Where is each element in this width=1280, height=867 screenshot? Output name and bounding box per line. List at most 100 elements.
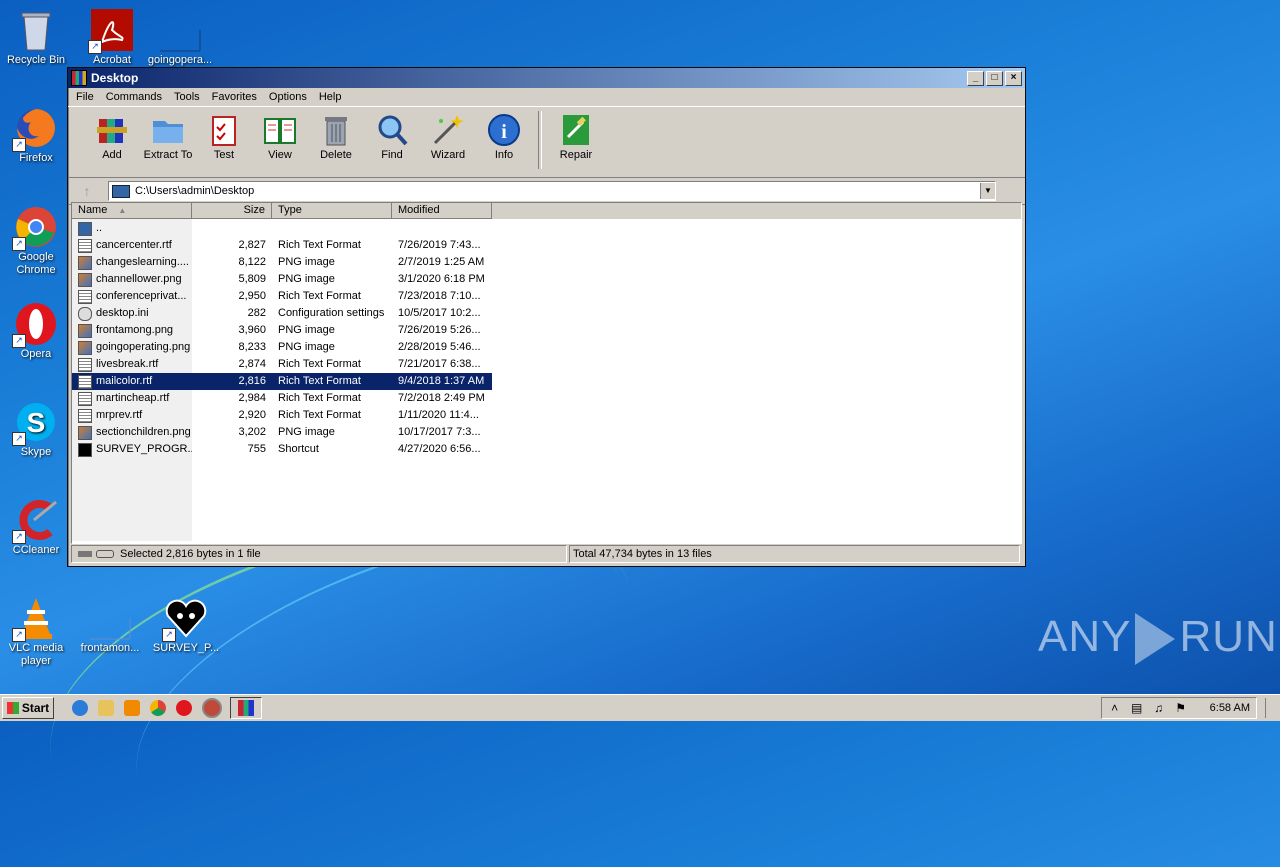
add-archive-icon — [95, 113, 129, 147]
address-path: C:\Users\admin\Desktop — [135, 185, 255, 197]
test-button[interactable]: Test — [196, 111, 252, 161]
show-desktop-button[interactable] — [1265, 698, 1280, 718]
table-row[interactable]: frontamong.png 3,960 PNG image 7/26/2019 5:… — [72, 322, 492, 339]
menu-help[interactable]: Help — [315, 91, 346, 103]
app-taskbar-icon[interactable] — [202, 698, 222, 718]
menu-commands[interactable]: Commands — [102, 91, 166, 103]
desktop-icon-vlc[interactable]: ↗ VLC media player — [1, 596, 71, 668]
close-button[interactable]: × — [1005, 70, 1022, 86]
desktop-icon-frontamong[interactable]: frontamon... — [75, 596, 145, 655]
status-total-text: Total 47,734 bytes in 13 files — [573, 548, 712, 560]
repair-button[interactable]: Repair — [548, 111, 604, 161]
image-file-icon — [88, 596, 132, 640]
column-header-size[interactable]: Size — [192, 203, 272, 219]
info-button[interactable]: i Info — [476, 111, 532, 161]
winrar-taskbar-button[interactable] — [230, 697, 262, 719]
tray-expand-icon[interactable]: ˄ — [1108, 701, 1122, 715]
start-button[interactable]: Start — [2, 697, 54, 719]
add-button[interactable]: Add — [84, 111, 140, 161]
png-file-icon — [78, 255, 92, 270]
extract-to-label: Extract To — [143, 149, 193, 161]
table-row[interactable]: SURVEY_PROGR... 755 Shortcut 4/27/2020 6:56… — [72, 441, 492, 458]
repair-icon — [559, 113, 593, 147]
maximize-button[interactable]: □ — [986, 70, 1003, 86]
action-center-flag-icon[interactable]: ⚑ — [1174, 701, 1188, 715]
table-row[interactable]: channellower.png 5,809 PNG image 3/1/2020 6… — [72, 271, 492, 288]
taskbar: Start ˄ ▤ ♫ ⚑ 6:58 AM — [0, 694, 1280, 721]
desktop-icon-goingopera[interactable]: goingopera... — [145, 8, 215, 67]
menu-options[interactable]: Options — [265, 91, 311, 103]
minimize-button[interactable]: _ — [967, 70, 984, 86]
ie-icon[interactable] — [72, 700, 88, 716]
media-player-icon[interactable] — [124, 700, 140, 716]
computer-icon — [112, 184, 130, 198]
table-row[interactable]: mailcolor.rtf 2,816 Rich Text Format 9/4/20… — [72, 373, 492, 390]
table-row[interactable]: sectionchildren.png 3,202 PNG image 10/17/2… — [72, 424, 492, 441]
table-row[interactable]: livesbreak.rtf 2,874 Rich Text Format 7/21/… — [72, 356, 492, 373]
file-name-cell: .. — [72, 220, 192, 237]
wand-icon — [431, 113, 465, 147]
up-folder-button[interactable]: ↑ — [74, 181, 100, 201]
menu-tools[interactable]: Tools — [170, 91, 204, 103]
file-modified: 4/27/2020 6:56... — [398, 443, 481, 455]
explorer-folder-icon[interactable] — [98, 700, 114, 716]
table-row[interactable]: martincheap.rtf 2,984 Rich Text Format 7/2/… — [72, 390, 492, 407]
file-modified: 7/26/2019 7:43... — [398, 239, 481, 251]
file-name: desktop.ini — [96, 307, 149, 319]
up-arrow-icon: ↑ — [83, 183, 91, 199]
chrome-taskbar-icon[interactable] — [150, 700, 166, 716]
desktop-icon-ccleaner[interactable]: ↗ CCleaner — [1, 498, 71, 557]
column-header-type[interactable]: Type — [272, 203, 392, 219]
file-name: livesbreak.rtf — [96, 358, 159, 370]
file-type — [272, 220, 392, 237]
file-type: Rich Text Format — [278, 375, 361, 387]
delete-button[interactable]: Delete — [308, 111, 364, 161]
desktop-icon-firefox[interactable]: ↗ Firefox — [1, 106, 71, 165]
desktop-icon-survey[interactable]: ↗ SURVEY_P... — [151, 596, 221, 655]
delete-label: Delete — [320, 149, 352, 161]
extract-to-button[interactable]: Extract To — [140, 111, 196, 161]
menu-favorites[interactable]: Favorites — [208, 91, 261, 103]
file-name-cell: changeslearning.... — [72, 254, 192, 271]
find-button[interactable]: Find — [364, 111, 420, 161]
desktop-icon-skype[interactable]: S ↗ Skype — [1, 400, 71, 459]
table-row[interactable]: changeslearning.... 8,122 PNG image 2/7/201… — [72, 254, 492, 271]
file-list[interactable]: Name ▲ Size Type Modified .. cancercenter… — [71, 202, 1022, 544]
column-header-name[interactable]: Name ▲ — [72, 203, 192, 219]
desktop-icon-chrome[interactable]: ↗ Google Chrome — [1, 205, 71, 277]
desktop-icon-acrobat[interactable]: ↗ Acrobat — [77, 8, 147, 67]
view-button[interactable]: View — [252, 111, 308, 161]
column-header-modified[interactable]: Modified — [392, 203, 492, 219]
table-row[interactable]: .. — [72, 220, 492, 237]
window-titlebar[interactable]: Desktop _ □ × — [68, 68, 1025, 88]
table-row[interactable]: mrprev.rtf 2,920 Rich Text Format 1/11/2020… — [72, 407, 492, 424]
network-icon[interactable]: ▤ — [1130, 701, 1144, 715]
table-row[interactable]: conferenceprivat... 2,950 Rich Text Format… — [72, 288, 492, 305]
opera-taskbar-icon[interactable] — [176, 700, 192, 716]
heart-shortcut-icon: ↗ — [162, 596, 208, 642]
info-icon: i — [487, 113, 521, 147]
view-book-icon — [263, 113, 297, 147]
wizard-button[interactable]: Wizard — [420, 111, 476, 161]
address-field[interactable]: C:\Users\admin\Desktop ▼ — [108, 181, 996, 201]
file-rows: .. cancercenter.rtf 2,827 Rich Text Format 7… — [72, 220, 492, 458]
clock[interactable]: 6:58 AM — [1210, 702, 1250, 714]
file-type: Rich Text Format — [278, 239, 361, 251]
table-row[interactable]: cancercenter.rtf 2,827 Rich Text Format 7/2… — [72, 237, 492, 254]
file-size: 5,809 — [238, 273, 266, 285]
desktop-icon-opera[interactable]: ↗ Opera — [1, 302, 71, 361]
address-dropdown-button[interactable]: ▼ — [980, 183, 995, 199]
file-name: changeslearning.... — [96, 256, 189, 268]
table-row[interactable]: goingoperating.png 8,233 PNG image 2/28/201… — [72, 339, 492, 356]
png-file-icon — [78, 425, 92, 440]
view-label: View — [268, 149, 292, 161]
repair-label: Repair — [559, 149, 593, 161]
volume-icon[interactable]: ♫ — [1152, 701, 1166, 715]
file-size: 755 — [247, 443, 266, 455]
desktop-icon-recycle-bin[interactable]: Recycle Bin — [1, 8, 71, 67]
menu-file[interactable]: File — [72, 91, 98, 103]
start-label: Start — [21, 701, 50, 715]
ccleaner-icon: ↗ — [12, 498, 58, 544]
table-row[interactable]: desktop.ini 282 Configuration settings 10/5… — [72, 305, 492, 322]
chrome-icon: ↗ — [12, 205, 58, 251]
